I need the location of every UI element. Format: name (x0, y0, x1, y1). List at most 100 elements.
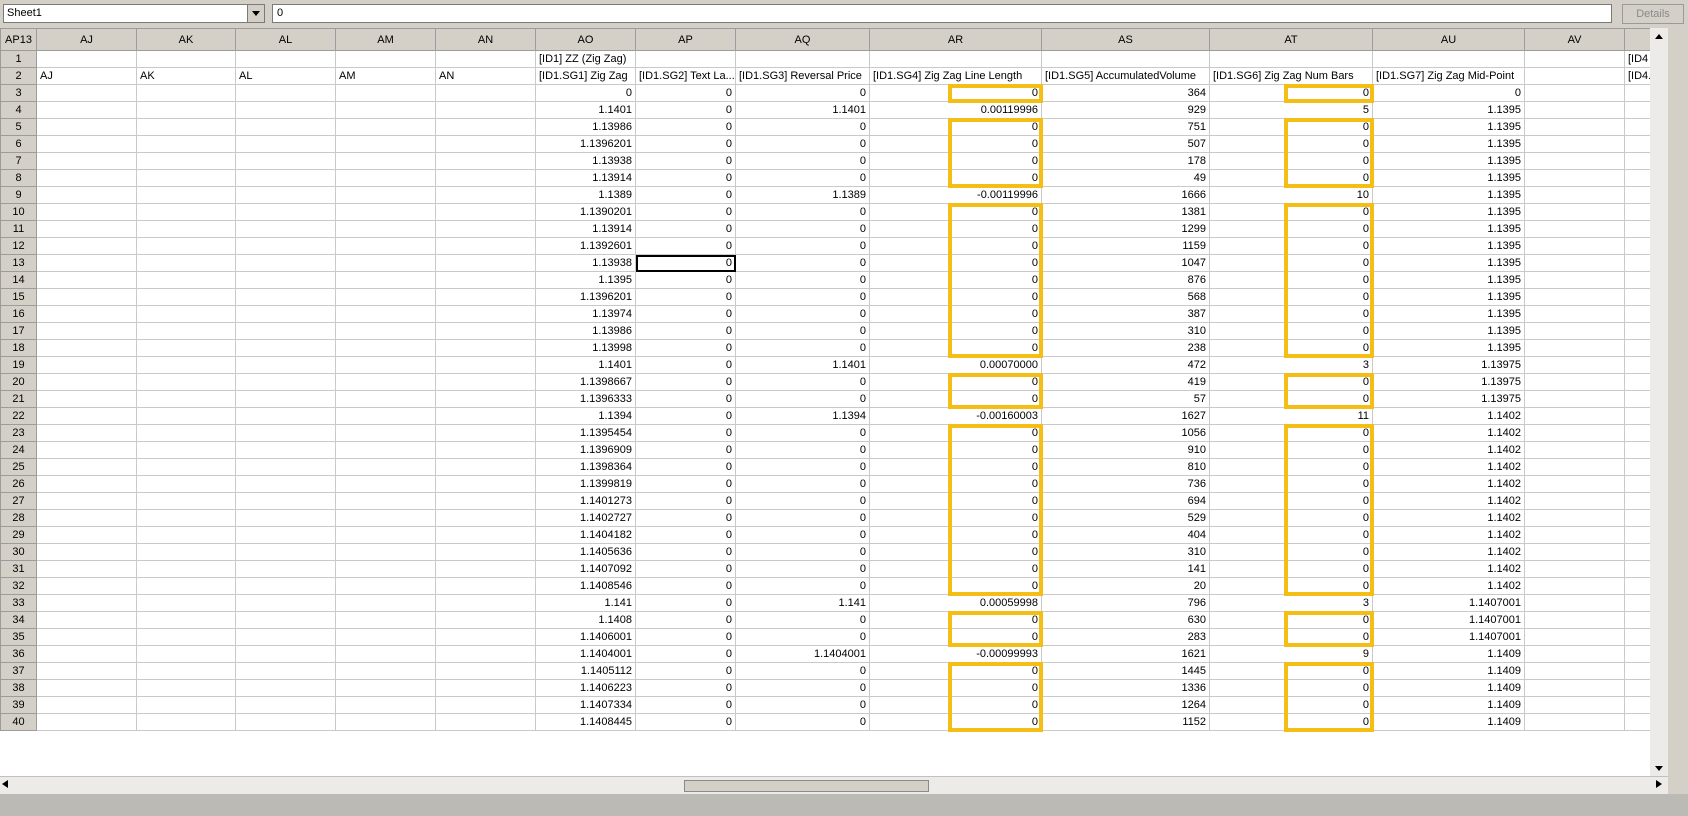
cell[interactable] (36, 645, 137, 663)
cell[interactable]: 1.13914 (535, 220, 636, 238)
cell[interactable]: 0 (635, 628, 736, 646)
cell[interactable]: 1.1402 (1372, 526, 1525, 544)
cell[interactable]: 1264 (1041, 696, 1210, 714)
cell[interactable] (435, 696, 536, 714)
cell[interactable]: [ID1.SG6] Zig Zag Num Bars (1209, 67, 1373, 85)
cell[interactable] (1524, 203, 1625, 221)
cell[interactable] (136, 271, 236, 289)
cell[interactable]: 1.1398667 (535, 373, 636, 391)
cell[interactable]: 1.1407001 (1372, 628, 1525, 646)
row-header[interactable]: 7 (0, 152, 37, 170)
cell[interactable] (335, 407, 436, 425)
cell[interactable]: 1.1395 (1372, 305, 1525, 323)
cell[interactable] (335, 713, 436, 731)
cell[interactable]: 0 (735, 288, 870, 306)
cell[interactable]: AK (136, 67, 236, 85)
row-header[interactable]: 16 (0, 305, 37, 323)
cell[interactable]: 0.00119996 (869, 101, 1042, 119)
cell[interactable]: 1.1402 (1372, 577, 1525, 595)
cell[interactable] (235, 492, 336, 510)
cell[interactable]: 1.1406223 (535, 679, 636, 697)
row-header[interactable]: 3 (0, 84, 37, 102)
cell[interactable]: 1.1395 (1372, 288, 1525, 306)
cell[interactable]: 694 (1041, 492, 1210, 510)
cell[interactable] (335, 611, 436, 629)
row-header[interactable]: 13 (0, 254, 37, 272)
row-header[interactable]: 6 (0, 135, 37, 153)
cell[interactable] (1524, 305, 1625, 323)
row-header[interactable]: 40 (0, 713, 37, 731)
column-header[interactable]: AL (235, 28, 336, 51)
cell[interactable]: 0 (735, 254, 870, 272)
cell[interactable]: 1627 (1041, 407, 1210, 425)
cell[interactable] (36, 679, 137, 697)
cell[interactable]: 0 (635, 237, 736, 255)
cell[interactable]: 0 (635, 169, 736, 187)
cell[interactable]: [ID1.SG4] Zig Zag Line Length (869, 67, 1042, 85)
cell[interactable]: 49 (1041, 169, 1210, 187)
cell[interactable] (36, 118, 137, 136)
cell[interactable]: 1.13975 (1372, 356, 1525, 374)
cell[interactable]: 1.1407001 (1372, 611, 1525, 629)
cell[interactable]: 0 (635, 475, 736, 493)
cell[interactable] (435, 152, 536, 170)
cell[interactable] (1524, 543, 1625, 561)
cell[interactable] (335, 679, 436, 697)
cell[interactable] (435, 50, 536, 68)
cell[interactable] (235, 152, 336, 170)
cell[interactable] (235, 509, 336, 527)
cell[interactable] (1524, 322, 1625, 340)
cell[interactable]: 1336 (1041, 679, 1210, 697)
cell[interactable]: 0 (635, 492, 736, 510)
cell[interactable]: 0 (735, 390, 870, 408)
cell[interactable] (435, 662, 536, 680)
cell[interactable]: 0 (735, 713, 870, 731)
column-header[interactable]: AQ (735, 28, 870, 51)
cell[interactable] (235, 50, 336, 68)
cell[interactable] (635, 50, 736, 68)
cell[interactable]: 0 (735, 84, 870, 102)
cell[interactable]: 1.1398364 (535, 458, 636, 476)
cell[interactable]: [ID1.SG5] AccumulatedVolume (1041, 67, 1210, 85)
cell[interactable]: 0 (735, 458, 870, 476)
cell[interactable] (235, 322, 336, 340)
cell[interactable]: 630 (1041, 611, 1210, 629)
cell[interactable] (235, 645, 336, 663)
cell[interactable] (335, 543, 436, 561)
cell[interactable]: 1.1402727 (535, 509, 636, 527)
cell[interactable] (435, 679, 536, 697)
cell[interactable] (1524, 611, 1625, 629)
row-header[interactable]: 15 (0, 288, 37, 306)
cell[interactable] (435, 322, 536, 340)
row-header[interactable]: 23 (0, 424, 37, 442)
cell[interactable] (1524, 288, 1625, 306)
cell[interactable] (36, 271, 137, 289)
row-header[interactable]: 17 (0, 322, 37, 340)
cell[interactable] (136, 645, 236, 663)
cell[interactable]: 1.1395 (1372, 237, 1525, 255)
cell[interactable] (235, 424, 336, 442)
spreadsheet-grid[interactable]: AP13 AJ AK AL AM AN AO AP AQ AR AS AT AU AV 1 [ID1] ZZ … (0, 28, 1668, 776)
cell[interactable] (435, 254, 536, 272)
cell[interactable]: 10 (1209, 186, 1373, 204)
cell[interactable]: 0.00059998 (869, 594, 1042, 612)
cell[interactable] (235, 356, 336, 374)
cell[interactable] (335, 662, 436, 680)
cell[interactable]: 1.1409 (1372, 679, 1525, 697)
cell[interactable]: 1.1407001 (1372, 594, 1525, 612)
cell[interactable]: 1.13975 (1372, 390, 1525, 408)
cell[interactable]: [ID1.SG3] Reversal Price (735, 67, 870, 85)
scroll-up-icon[interactable] (1650, 28, 1668, 44)
cell[interactable]: 0 (735, 543, 870, 561)
cell[interactable] (435, 526, 536, 544)
cell[interactable]: 0 (735, 526, 870, 544)
vertical-scrollbar[interactable] (1650, 28, 1668, 776)
cell[interactable] (435, 135, 536, 153)
cell[interactable] (235, 220, 336, 238)
cell[interactable] (435, 237, 536, 255)
cell[interactable]: 1.1395 (1372, 220, 1525, 238)
cell[interactable] (1524, 118, 1625, 136)
row-header[interactable]: 33 (0, 594, 37, 612)
cell[interactable]: 404 (1041, 526, 1210, 544)
cell[interactable] (1524, 713, 1625, 731)
